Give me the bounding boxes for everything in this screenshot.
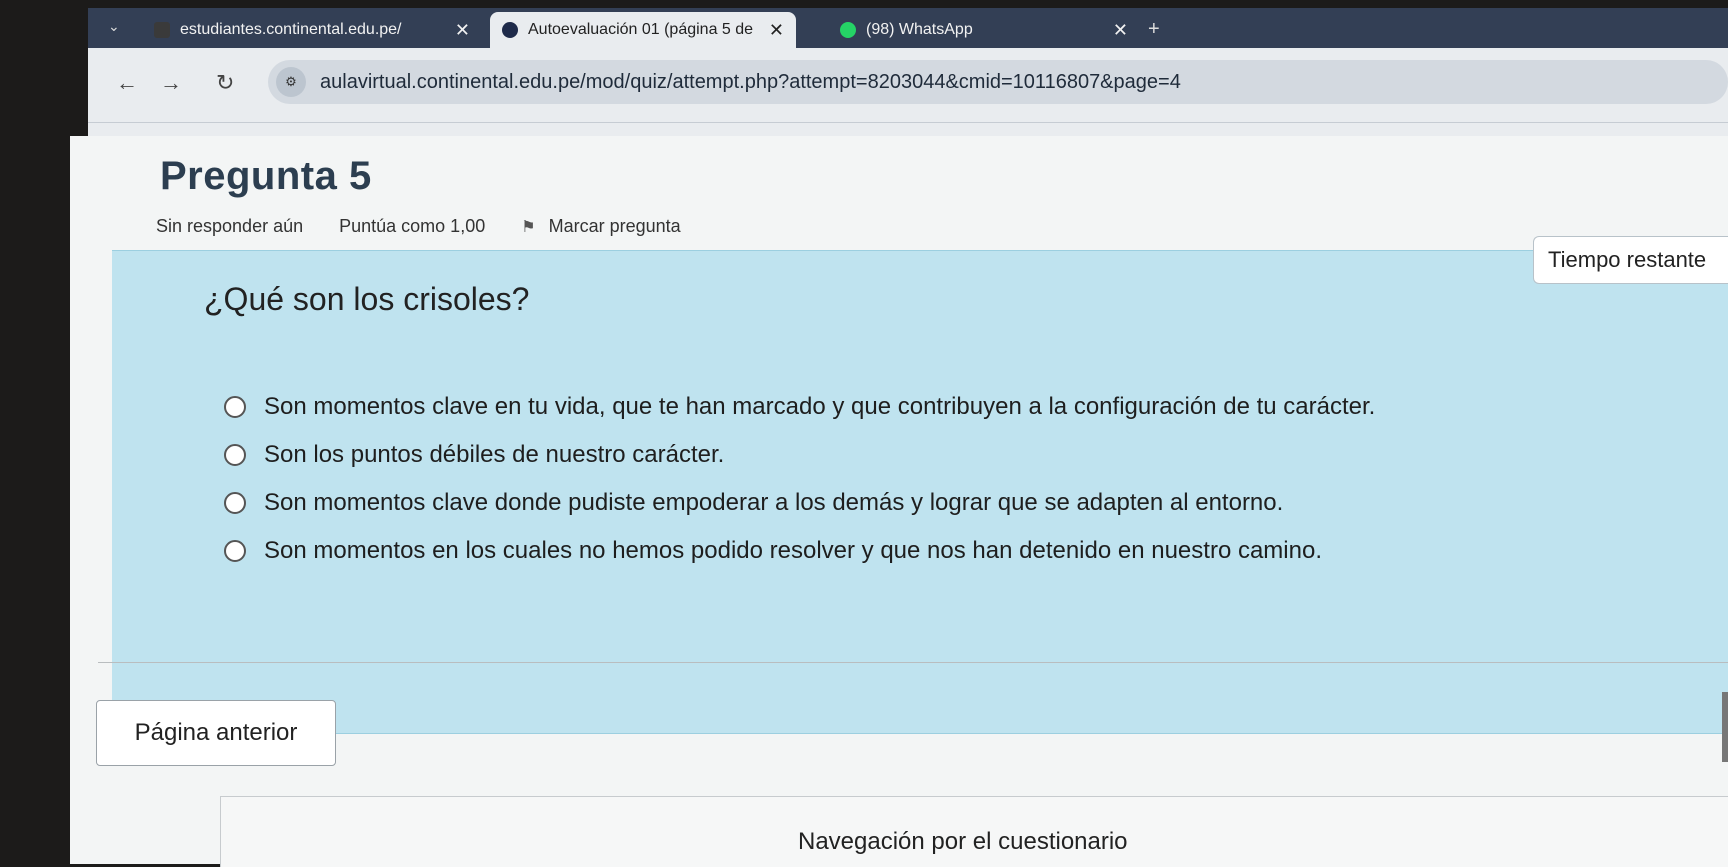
tab-favicon-icon [154,22,170,38]
tab-autoevaluacion[interactable]: Autoevaluación 01 (página 5 de ✕ [490,12,796,48]
close-icon[interactable]: ✕ [769,20,784,41]
quiz-page: Pregunta 5 Sin responder aún Puntúa como… [70,136,1728,867]
timer-box: Tiempo restante [1533,236,1728,284]
timer-label: Tiempo restante [1548,247,1707,272]
address-bar[interactable]: ⚙ aulavirtual.continental.edu.pe/mod/qui… [268,60,1728,104]
scrollbar[interactable] [1722,692,1728,762]
question-score: Puntúa como 1,00 [339,216,486,236]
quiz-navigation-title: Navegación por el cuestionario [798,828,1128,855]
whatsapp-icon [840,22,856,38]
flag-icon: ⚑ [521,219,536,236]
forward-icon[interactable]: → [160,70,182,96]
tab-estudiantes[interactable]: estudiantes.continental.edu.pe/ ✕ [142,12,482,48]
previous-page-button[interactable]: Página anterior [96,700,336,766]
tab-bar: ⌄ estudiantes.continental.edu.pe/ ✕ Auto… [88,8,1728,48]
tab-title: estudiantes.continental.edu.pe/ [180,21,402,38]
answer-label: Son los puntos débiles de nuestro caráct… [264,441,725,468]
close-icon[interactable]: ✕ [455,20,470,41]
section-divider [98,662,1728,663]
tab-whatsapp[interactable]: (98) WhatsApp ✕ [828,12,1140,48]
site-info-icon[interactable]: ⚙ [276,67,306,97]
url-text[interactable]: aulavirtual.continental.edu.pe/mod/quiz/… [320,71,1181,94]
radio-button[interactable] [224,492,246,514]
answer-label: Son momentos clave en tu vida, que te ha… [264,393,1376,420]
toolbar-divider [88,122,1728,123]
answer-option-a[interactable]: Son momentos clave en tu vida, que te ha… [224,383,1375,431]
answer-label: Son momentos clave donde pudiste empoder… [264,489,1284,516]
tab-title: Autoevaluación 01 (página 5 de [528,21,754,38]
answer-option-b[interactable]: Son los puntos débiles de nuestro caráct… [224,431,1375,479]
close-icon[interactable]: ✕ [1113,20,1128,41]
question-title: Pregunta 5 [160,154,372,198]
question-info: Sin responder aún Puntúa como 1,00 ⚑ Mar… [156,216,681,237]
answer-option-c[interactable]: Son momentos clave donde pudiste empoder… [224,479,1375,527]
reload-icon[interactable]: ↻ [216,70,234,96]
radio-button[interactable] [224,540,246,562]
answer-option-d[interactable]: Son momentos en los cuales no hemos podi… [224,527,1375,575]
tab-favicon-icon [502,22,518,38]
radio-button[interactable] [224,444,246,466]
radio-button[interactable] [224,396,246,418]
answer-label: Son momentos en los cuales no hemos podi… [264,537,1322,564]
flag-question-label: Marcar pregunta [548,216,681,236]
tab-title: (98) WhatsApp [866,21,973,38]
new-tab-button[interactable]: + [1148,18,1160,41]
flag-question-link[interactable]: ⚑ Marcar pregunta [521,216,680,237]
answer-list: Son momentos clave en tu vida, que te ha… [224,383,1375,575]
browser-toolbar: ← → ↻ ⚙ aulavirtual.continental.edu.pe/m… [88,48,1728,136]
tab-search-dropdown[interactable]: ⌄ [108,18,120,35]
back-icon[interactable]: ← [116,70,138,96]
question-text: ¿Qué son los crisoles? [204,281,530,317]
question-status: Sin responder aún [156,216,304,236]
